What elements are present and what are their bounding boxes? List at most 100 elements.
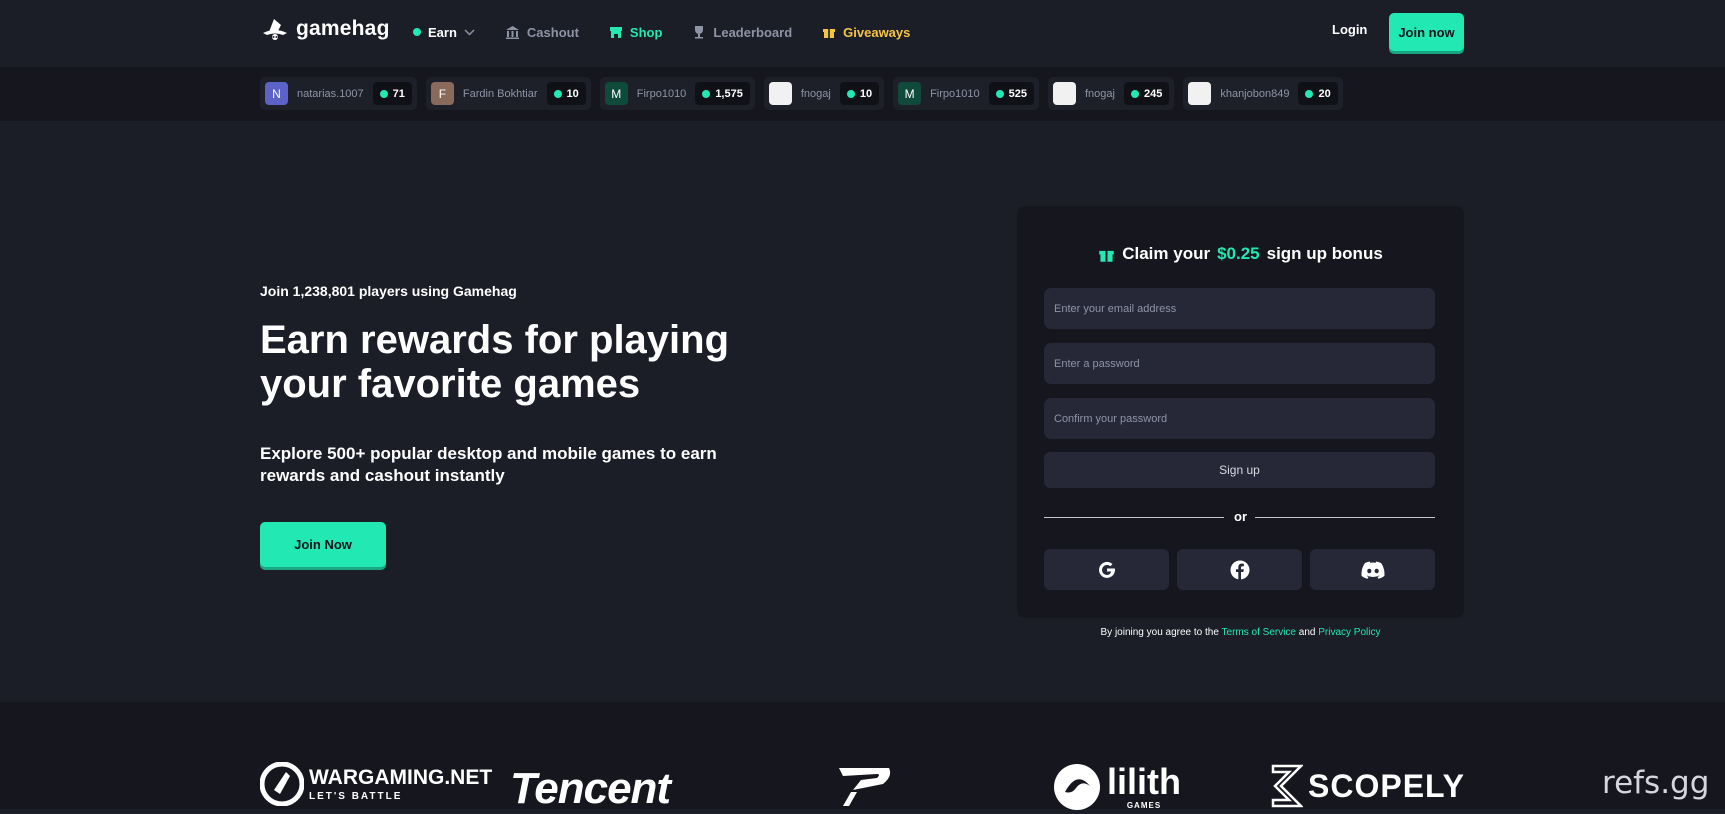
ticker-username: Firpo1010 [930,87,980,100]
bank-icon [505,26,519,39]
tencent-logo: Tencent [510,764,671,813]
trophy-icon [695,26,704,39]
ticker-username: Firpo1010 [636,87,687,100]
logo-text: gamehag [296,17,390,40]
scopely-icon [1271,764,1303,808]
nav-leaderboard-label: Leaderboard [713,24,793,40]
signup-bonus-title: Claim your $0.25 sign up bonus [1017,244,1464,264]
bonus-amount: $0.25 [1217,244,1260,263]
avatar [1052,82,1076,105]
or-label: or [1234,509,1247,524]
login-link[interactable]: Login [1332,22,1367,37]
ticker-amount: 245 [1123,82,1170,105]
ticker-username: natarias.1007 [297,87,364,100]
gem-icon [1130,89,1139,98]
lilith-name: lilith [1107,761,1181,802]
avatar: M [898,82,922,105]
ticker-username: fnogaj [1084,87,1115,100]
signup-button[interactable]: Sign up [1044,452,1435,488]
facebook-icon [1230,560,1249,579]
nav-cashout[interactable]: Cashout [505,25,579,40]
page-title: Earn rewards for playing your favorite g… [260,318,730,406]
gamehag-logo[interactable]: gamehag [260,16,390,42]
hero-section [0,122,1725,702]
avatar [768,82,792,105]
terms-notice: By joining you agree to the Terms of Ser… [1017,627,1464,638]
google-icon [1098,561,1115,578]
avatar: N [265,82,288,105]
email-field[interactable]: Enter your email address [1044,288,1435,329]
chevron-down-icon [464,28,475,36]
ticker-chip[interactable]: M Firpo1010 525 [893,77,1039,110]
ticker-amount: 20 [1298,82,1338,105]
ticker-amount: 10 [546,82,586,105]
nav-shop-label: Shop [629,24,663,40]
nav-earn-label: Earn [428,24,457,40]
ticker-value: 20 [1318,87,1331,100]
avatar: M [604,82,628,105]
ticker-amount: 1,575 [695,82,750,105]
ticker-value: 10 [859,87,873,100]
nav-earn[interactable]: Earn [413,25,475,40]
privacy-policy-link[interactable]: Privacy Policy [1318,627,1380,638]
wing-logo-icon [839,768,891,806]
wargaming-tagline: LET'S BATTLE [309,790,403,802]
terms-and: and [1298,627,1316,638]
gem-icon [846,89,855,98]
ticker-chip[interactable]: M Firpo1010 1,575 [599,77,755,110]
hero-subtitle: Explore 500+ popular desktop and mobile … [260,444,717,485]
facebook-signin-button[interactable] [1177,549,1302,590]
partner-logos: WARGAMING.NET LET'S BATTLE Tencent lilit… [0,702,1725,813]
ticker-chip[interactable]: fnogaj 10 [763,77,885,110]
ticker-username: khanjobon849 [1220,87,1290,100]
witch-hat-icon [263,19,287,40]
lilith-icon [1054,764,1100,810]
gem-icon [413,28,421,36]
gem-icon [702,89,711,98]
password-field[interactable]: Enter a password [1044,343,1435,384]
ticker-chip[interactable]: khanjobon849 20 [1183,77,1343,110]
join-now-button[interactable]: Join now [1389,13,1464,51]
ticker-value: 525 [1008,87,1027,100]
hero-join-button[interactable]: Join Now [260,522,386,567]
gift-icon [1099,250,1115,262]
ticker-amount: 10 [839,82,880,105]
gem-icon [379,89,388,98]
nav-cashout-label: Cashout [526,24,579,40]
ticker-value: 1,575 [715,87,743,100]
ticker-chip[interactable]: F Fardin Bokhtiar 10 [425,77,591,110]
wargaming-icon [260,762,304,806]
terms-of-service-link[interactable]: Terms of Service [1222,627,1296,638]
gem-icon [1305,89,1314,98]
discord-signin-button[interactable] [1310,549,1435,590]
google-signin-button[interactable] [1044,549,1169,590]
wargaming-logo: WARGAMING.NET LET'S BATTLE [260,762,492,806]
confirm-password-field[interactable]: Confirm your password [1044,398,1435,439]
nav-shop[interactable]: Shop [609,24,663,40]
ticker-chip[interactable]: fnogaj 245 [1047,77,1175,110]
avatar [1188,82,1212,105]
gem-icon [553,89,562,98]
gem-icon [995,89,1004,98]
claim-suffix: sign up bonus [1266,244,1383,263]
ticker-chip[interactable]: Nnatarias.1007 71 [260,77,417,110]
terms-prefix: By joining you agree to the [1100,627,1219,638]
watermark: refs.gg [1602,765,1710,801]
ticker-value: 10 [566,87,579,100]
scopely-name: SCOPELY [1308,767,1465,804]
nav-giveaways[interactable]: Giveaways [822,25,910,40]
ticker-amount: 71 [372,82,412,105]
nav-leaderboard[interactable]: Leaderboard [692,25,792,40]
discord-icon [1361,561,1385,579]
nav-giveaways-label: Giveaways [843,24,911,40]
partner-logo-3 [833,764,895,808]
claim-prefix: Claim your [1122,244,1211,263]
ticker-amount: 525 [988,82,1034,105]
ticker-value: 71 [392,87,405,100]
ticker-username: Fardin Bokhtiar [462,87,538,100]
gift-icon [823,29,836,38]
player-count: Join 1,238,801 players using Gamehag [260,283,517,299]
ticker-username: fnogaj [800,87,831,100]
shop-icon [609,26,622,38]
scopely-logo: SCOPELY [1271,764,1465,808]
